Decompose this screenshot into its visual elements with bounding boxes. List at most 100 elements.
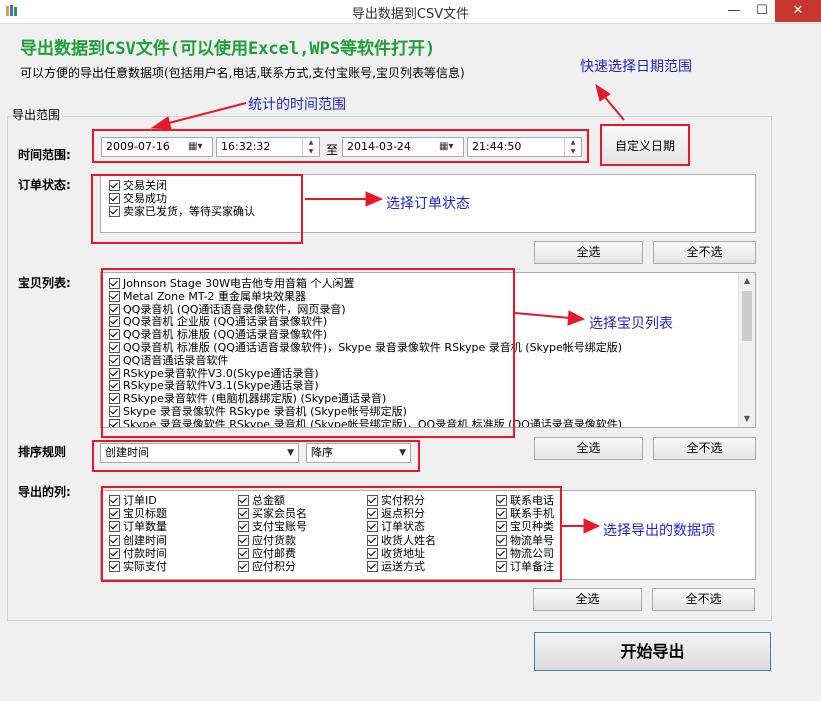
start-time-spinner[interactable]: ▲ ▼ <box>302 138 319 156</box>
export-column-item[interactable]: 付款时间 <box>109 547 167 560</box>
order-status-item[interactable]: 交易成功 <box>109 192 167 205</box>
checkbox-checked[interactable] <box>109 354 120 366</box>
export-column-item[interactable]: 实际支付 <box>109 560 167 573</box>
checkbox-checked[interactable] <box>367 561 378 572</box>
checkbox-checked[interactable] <box>238 547 249 559</box>
checkbox-checked[interactable] <box>367 495 378 506</box>
checkbox-checked[interactable] <box>109 290 120 302</box>
checkbox-checked[interactable] <box>109 534 120 546</box>
export-column-item[interactable]: 物流单号 <box>496 534 554 547</box>
item-list-item[interactable]: QQ录音机 (QQ通话语音录像软件，网页录音) <box>109 303 346 316</box>
checkbox-checked[interactable] <box>496 534 507 546</box>
checkbox-checked[interactable] <box>367 508 378 520</box>
checkbox-checked[interactable] <box>109 418 120 427</box>
export-column-item[interactable]: 订单ID <box>109 494 157 507</box>
close-button[interactable]: ✕ <box>775 0 821 22</box>
checkbox-checked[interactable] <box>109 180 120 191</box>
columns-select-all-button[interactable]: 全选 <box>533 588 642 611</box>
end-time-input[interactable]: 21:44:50 ▲ ▼ <box>467 137 582 157</box>
item-list-item[interactable]: QQ录音机 标准版 (QQ通话语音录像软件)，Skype 录音录像软件 RSky… <box>109 341 622 354</box>
checkbox-checked[interactable] <box>238 534 249 546</box>
item-list-item[interactable]: RSkype录音软件V3.0(Skype通话录音) <box>109 367 319 380</box>
export-column-item[interactable]: 物流公司 <box>496 547 554 560</box>
checkbox-checked[interactable] <box>109 303 120 315</box>
checkbox-checked[interactable] <box>109 380 120 392</box>
item-list-item[interactable]: QQ录音机 企业版 (QQ通话录音录像软件) <box>109 315 327 328</box>
checkbox-checked[interactable] <box>238 508 249 520</box>
columns-select-none-button[interactable]: 全不选 <box>652 588 755 611</box>
checkbox-checked[interactable] <box>109 316 120 328</box>
scroll-up-icon[interactable]: ▲ <box>739 273 755 289</box>
export-column-item[interactable]: 订单备注 <box>496 560 554 573</box>
checkbox-checked[interactable] <box>109 406 120 417</box>
checkbox-checked[interactable] <box>496 561 507 572</box>
export-column-item[interactable]: 创建时间 <box>109 534 167 547</box>
export-column-item[interactable]: 应付积分 <box>238 560 296 573</box>
item-select-all-button[interactable]: 全选 <box>534 437 643 460</box>
maximize-button[interactable]: ☐ <box>749 0 775 22</box>
item-list-item[interactable]: Skype 录音录像软件 RSkype 录音机 (Skype帐号绑定版)，QQ录… <box>109 418 622 427</box>
sort-field-select[interactable]: 创建时间 ▼ <box>100 443 299 463</box>
item-list-item[interactable]: RSkype录音软件V3.1(Skype通话录音) <box>109 379 319 392</box>
checkbox-checked[interactable] <box>109 329 120 341</box>
scroll-down-icon[interactable]: ▼ <box>739 411 755 427</box>
export-column-item[interactable]: 总金额 <box>238 494 285 507</box>
end-date-picker[interactable]: 2014-03-24 ▦▾ <box>342 137 464 157</box>
export-column-item[interactable]: 宝贝种类 <box>496 520 554 533</box>
spin-down-icon[interactable]: ▼ <box>303 147 319 156</box>
checkbox-checked[interactable] <box>496 521 507 533</box>
item-list-item[interactable]: Johnson Stage 30W电吉他专用音箱 个人闲置 <box>109 277 355 290</box>
export-column-item[interactable]: 买家会员名 <box>238 507 307 520</box>
checkbox-checked[interactable] <box>109 393 120 405</box>
checkbox-checked[interactable] <box>109 508 120 520</box>
item-select-none-button[interactable]: 全不选 <box>653 437 756 460</box>
checkbox-checked[interactable] <box>109 206 120 217</box>
item-list-item[interactable]: QQ录音机 标准版 (QQ通话录音录像软件) <box>109 328 327 341</box>
checkbox-checked[interactable] <box>109 521 120 533</box>
sort-order-select[interactable]: 降序 ▼ <box>306 443 411 463</box>
checkbox-checked[interactable] <box>367 534 378 546</box>
export-column-item[interactable]: 实付积分 <box>367 494 425 507</box>
checkbox-checked[interactable] <box>496 495 507 506</box>
minimize-button[interactable]: — <box>719 0 749 22</box>
export-column-item[interactable]: 支付宝账号 <box>238 520 307 533</box>
export-column-item[interactable]: 收货地址 <box>367 547 425 560</box>
order-status-item[interactable]: 交易关闭 <box>109 179 167 192</box>
export-column-item[interactable]: 运送方式 <box>367 560 425 573</box>
checkbox-checked[interactable] <box>367 547 378 559</box>
calendar-dropdown-icon[interactable]: ▦▾ <box>439 140 461 154</box>
order-status-item[interactable]: 卖家已发货，等待买家确认 <box>109 205 255 218</box>
checkbox-checked[interactable] <box>109 561 120 572</box>
export-column-item[interactable]: 应付邮费 <box>238 547 296 560</box>
scroll-thumb[interactable] <box>742 291 752 341</box>
spin-down-icon[interactable]: ▼ <box>565 147 581 156</box>
export-column-item[interactable]: 联系手机 <box>496 507 554 520</box>
export-column-item[interactable]: 订单数量 <box>109 520 167 533</box>
export-column-item[interactable]: 收货人姓名 <box>367 534 436 547</box>
item-list-scrollbar[interactable]: ▲ ▼ <box>738 273 755 427</box>
start-export-button[interactable]: 开始导出 <box>534 632 771 671</box>
end-time-spinner[interactable]: ▲ ▼ <box>564 138 581 156</box>
calendar-dropdown-icon[interactable]: ▦▾ <box>188 140 210 154</box>
export-column-item[interactable]: 返点积分 <box>367 507 425 520</box>
item-list-item[interactable]: Metal Zone MT-2 重金属单块效果器 <box>109 290 306 303</box>
checkbox-checked[interactable] <box>109 547 120 559</box>
checkbox-checked[interactable] <box>109 193 120 204</box>
checkbox-checked[interactable] <box>238 561 249 572</box>
checkbox-checked[interactable] <box>109 367 120 379</box>
checkbox-checked[interactable] <box>109 278 120 289</box>
checkbox-checked[interactable] <box>238 495 249 506</box>
spin-up-icon[interactable]: ▲ <box>303 138 319 147</box>
order-select-all-button[interactable]: 全选 <box>534 241 643 264</box>
export-column-item[interactable]: 应付货款 <box>238 534 296 547</box>
export-column-item[interactable]: 联系电话 <box>496 494 554 507</box>
checkbox-checked[interactable] <box>367 521 378 533</box>
checkbox-checked[interactable] <box>109 342 120 353</box>
export-column-item[interactable]: 宝贝标题 <box>109 507 167 520</box>
checkbox-checked[interactable] <box>238 521 249 533</box>
checkbox-checked[interactable] <box>496 547 507 559</box>
start-time-input[interactable]: 16:32:32 ▲ ▼ <box>216 137 320 157</box>
order-select-none-button[interactable]: 全不选 <box>653 241 756 264</box>
custom-date-button[interactable]: 自定义日期 <box>600 124 690 166</box>
item-list-item[interactable]: QQ语音通话录音软件 <box>109 354 228 367</box>
